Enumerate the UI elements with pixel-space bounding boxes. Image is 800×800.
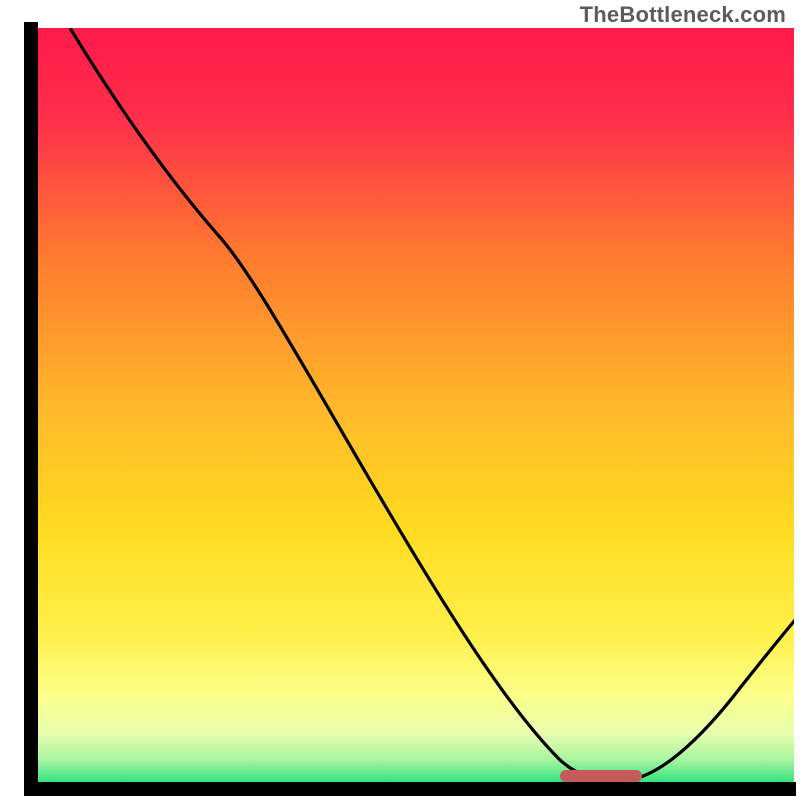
plot-background [36,28,794,786]
watermark-text: TheBottleneck.com [580,2,786,28]
chart-container: TheBottleneck.com [0,0,800,800]
chart-svg [0,0,800,800]
highlight-marker [560,770,642,782]
